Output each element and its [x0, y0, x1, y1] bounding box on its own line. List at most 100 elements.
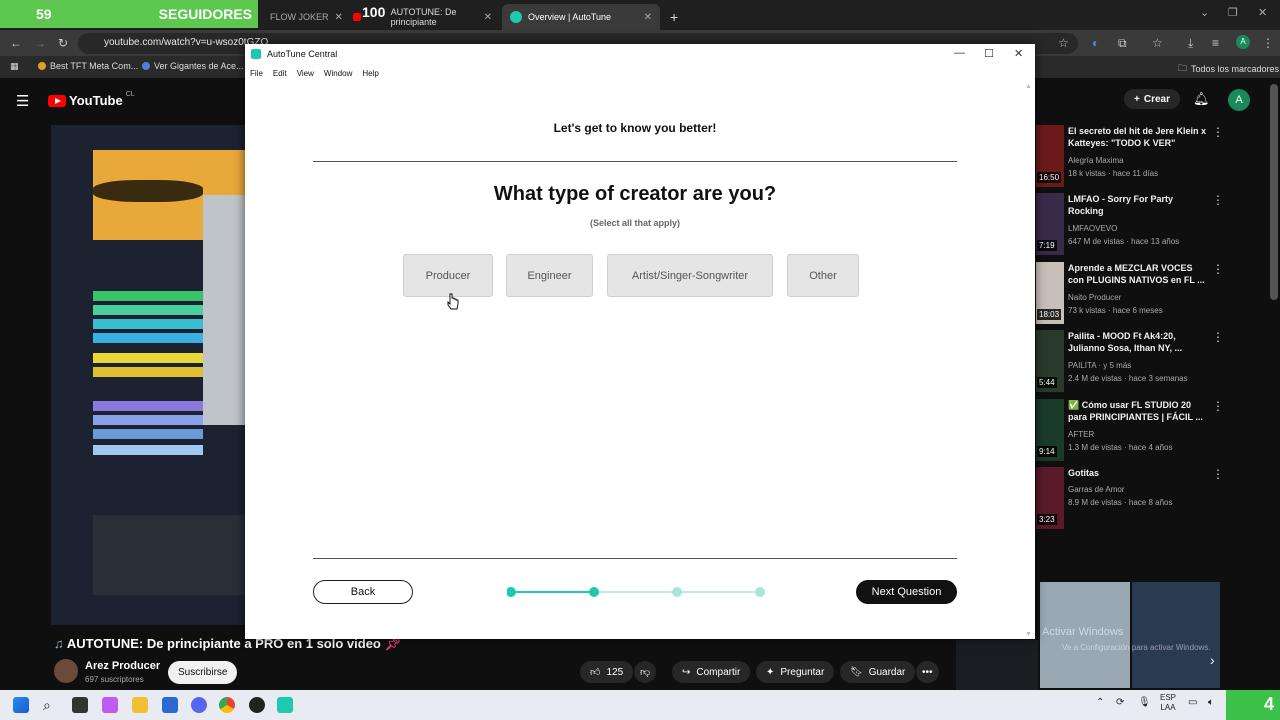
option-producer[interactable]: Producer	[403, 254, 493, 297]
account-avatar[interactable]: A	[1228, 89, 1250, 111]
thumbnail[interactable]: 3:23	[1036, 467, 1064, 529]
share-button[interactable]: ↪ Compartir	[672, 661, 751, 683]
new-tab-button[interactable]: +	[662, 4, 686, 30]
forward-arrow-icon[interactable]: →	[34, 36, 46, 50]
save-button[interactable]: 🔖︎ Guardar	[840, 661, 916, 683]
autotune-taskbar-icon[interactable]	[277, 697, 293, 713]
task-view-icon[interactable]	[72, 697, 88, 713]
recommendation-title[interactable]: Gotitas	[1068, 467, 1208, 479]
youtube-logo[interactable]: YouTube CL	[48, 91, 135, 108]
menu-file[interactable]: File	[250, 69, 263, 78]
subscribe-button[interactable]: Suscribirse	[168, 661, 238, 684]
option-engineer[interactable]: Engineer	[506, 254, 593, 297]
maximize-icon[interactable]: ☐	[984, 47, 994, 60]
channel-name[interactable]: Arez Producer	[85, 660, 160, 672]
close-icon[interactable]: ✕	[1014, 47, 1023, 60]
more-actions-button[interactable]: •••	[916, 661, 939, 683]
option-other[interactable]: Other	[787, 254, 859, 297]
language-indicator[interactable]: ESP LAA	[1160, 693, 1176, 713]
more-vert-icon[interactable]: ⋮	[1212, 193, 1224, 207]
thumbnail[interactable]: 16:50	[1036, 125, 1064, 187]
thumbnail[interactable]: 7:19	[1036, 193, 1064, 255]
chrome-icon[interactable]	[219, 697, 235, 713]
recommendation-channel[interactable]: Alegría Maxima	[1068, 154, 1124, 167]
recommendation-title[interactable]: Pailita - MOOD Ft Ak4:20, Julianno Sosa,…	[1068, 330, 1208, 354]
windows-start-icon[interactable]	[13, 697, 29, 713]
menu-edit[interactable]: Edit	[273, 69, 287, 78]
recommendation-channel[interactable]: Garras de Amor	[1068, 483, 1124, 496]
recommendation-item[interactable]: 7:19 LMFAO - Sorry For Party Rocking LMF…	[1036, 193, 1260, 257]
copilot-icon[interactable]	[102, 697, 118, 713]
restore-icon[interactable]: ❐	[1228, 6, 1238, 19]
menu-window[interactable]: Window	[324, 69, 352, 78]
store-icon[interactable]	[162, 697, 178, 713]
chevron-up-icon[interactable]: ⌃	[1096, 697, 1104, 708]
next-question-button[interactable]: Next Question	[856, 580, 957, 604]
recommendation-title[interactable]: Aprende a MEZCLAR VOCES con PLUGINS NATI…	[1068, 262, 1208, 286]
back-arrow-icon[interactable]: ←	[10, 36, 22, 50]
star-icon[interactable]: ☆	[1058, 36, 1069, 50]
notifications-bell-icon[interactable]: 🔔︎	[1193, 91, 1210, 107]
more-vert-icon[interactable]: ⋮	[1212, 467, 1224, 481]
recommendation-channel[interactable]: LMFAOVEVO	[1068, 222, 1117, 235]
recommendation-item[interactable]: 18:03 Aprende a MEZCLAR VOCES con PLUGIN…	[1036, 262, 1260, 326]
recommendation-item[interactable]: 9:14 ✅ Cómo usar FL STUDIO 20 para PRINC…	[1036, 399, 1260, 463]
speaker-icon[interactable]: 🔈︎	[1208, 697, 1214, 708]
extension-icon[interactable]: ◐	[1092, 36, 1099, 50]
discord-icon[interactable]	[191, 697, 207, 713]
short-thumbnail[interactable]	[1132, 582, 1220, 688]
video-player[interactable]	[51, 125, 247, 625]
chevron-down-icon[interactable]: ⌄	[1200, 6, 1209, 19]
network-icon[interactable]: ⟳	[1116, 697, 1124, 708]
minimize-icon[interactable]: —	[954, 47, 965, 59]
create-button[interactable]: + Crear	[1124, 89, 1180, 109]
microphone-icon[interactable]: 🎙︎	[1138, 697, 1151, 708]
channel-avatar[interactable]	[54, 659, 78, 683]
recommendation-channel[interactable]: AFTER	[1068, 428, 1094, 441]
recommendation-item[interactable]: 5:44 Pailita - MOOD Ft Ak4:20, Julianno …	[1036, 330, 1260, 394]
recommendation-title[interactable]: El secreto del hit de Jere Klein x Katte…	[1068, 125, 1208, 149]
apps-grid-icon[interactable]: ▦	[10, 61, 19, 72]
recommendation-title[interactable]: LMFAO - Sorry For Party Rocking	[1068, 193, 1208, 217]
app-icon[interactable]	[249, 697, 265, 713]
menu-icon[interactable]: ☰	[16, 92, 29, 110]
recommendation-item[interactable]: 16:50 El secreto del hit de Jere Klein x…	[1036, 125, 1260, 189]
scroll-down-icon[interactable]: ▼	[1025, 631, 1032, 638]
tab-autotune-overview[interactable]: Overview | AutoTune ✕	[502, 4, 660, 30]
bookmark-star-icon[interactable]: ☆	[1152, 36, 1163, 50]
chevron-right-icon[interactable]: ›	[1210, 652, 1215, 668]
ask-button[interactable]: ✦ Preguntar	[756, 661, 835, 683]
more-vert-icon[interactable]: ⋮	[1212, 399, 1224, 413]
all-bookmarks[interactable]: 🗀 Todos los marcadores	[1178, 61, 1279, 77]
tab-flow-joker[interactable]: FLOW JOKER ✕	[262, 4, 351, 30]
like-button[interactable]: 👍︎ 125	[580, 661, 634, 683]
close-icon[interactable]: ✕	[1258, 6, 1267, 19]
recommendation-channel[interactable]: Naito Producer	[1068, 291, 1121, 304]
dislike-button[interactable]: 👎︎	[634, 661, 657, 683]
close-icon[interactable]: ✕	[335, 12, 343, 23]
window-scrollbar[interactable]: ▲ ▼	[1023, 82, 1035, 639]
download-icon[interactable]: ⤓	[1188, 36, 1193, 51]
menu-view[interactable]: View	[297, 69, 314, 78]
thumbnail[interactable]: 9:14	[1036, 399, 1064, 461]
thumbnail[interactable]: 18:03	[1036, 262, 1064, 324]
scroll-up-icon[interactable]: ▲	[1025, 83, 1032, 90]
back-button[interactable]: Back	[313, 580, 413, 604]
recommendation-channel[interactable]: PAILITA · y 5 más	[1068, 359, 1131, 372]
recommendation-title[interactable]: ✅ Cómo usar FL STUDIO 20 para PRINCIPIAN…	[1068, 399, 1208, 423]
option-artist-singer-songwriter[interactable]: Artist/Singer-Songwriter	[607, 254, 773, 297]
puzzle-icon[interactable]: ⧉	[1118, 36, 1127, 51]
page-scrollbar[interactable]	[1270, 84, 1278, 300]
profile-avatar[interactable]: A	[1236, 35, 1250, 49]
short-thumbnail[interactable]	[956, 640, 1038, 690]
wifi-icon[interactable]: ▭	[1188, 697, 1197, 708]
more-vert-icon[interactable]: ⋮	[1212, 125, 1224, 139]
thumbnail[interactable]: 5:44	[1036, 330, 1064, 392]
bookmark-item[interactable]: Ver Gigantes de Ace...	[142, 61, 244, 71]
media-icon[interactable]: ≡	[1212, 36, 1219, 50]
bookmark-item[interactable]: Best TFT Meta Com...	[38, 61, 138, 71]
more-vert-icon[interactable]: ⋮	[1212, 262, 1224, 276]
close-icon[interactable]: ✕	[644, 12, 652, 23]
more-vert-icon[interactable]: ⋮	[1212, 330, 1224, 344]
file-explorer-icon[interactable]	[132, 697, 148, 713]
